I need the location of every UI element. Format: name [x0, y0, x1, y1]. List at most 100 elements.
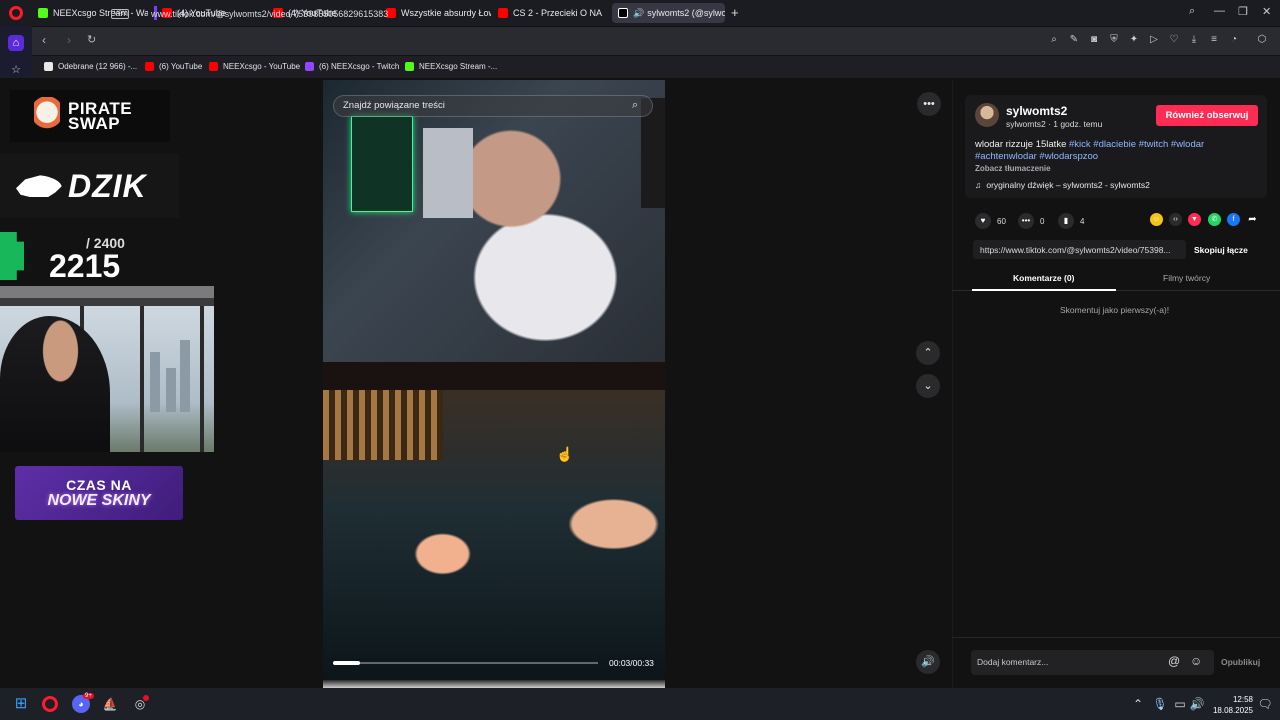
- steam-icon[interactable]: ⛵: [101, 695, 119, 713]
- clock[interactable]: 12:58 18.08.2025: [1211, 694, 1253, 716]
- volume-button[interactable]: 🔊: [916, 650, 940, 674]
- bookmark-youtube[interactable]: (6) YouTube: [145, 62, 202, 71]
- hashtags[interactable]: #achtenwlodar #wlodarspzoo: [975, 151, 1098, 162]
- video-player[interactable]: [323, 80, 665, 688]
- vpn-badge[interactable]: VPN: [111, 9, 130, 19]
- post-description: wlodar rizzuje 15latke #kick #dlaciebie …: [975, 139, 1245, 163]
- volume-icon[interactable]: 🔊: [1188, 695, 1206, 713]
- forward-icon[interactable]: ›: [67, 33, 71, 47]
- extension-icon[interactable]: ✦: [1128, 34, 1140, 46]
- video-divider: [323, 362, 665, 390]
- video-progress-track[interactable]: [333, 662, 598, 664]
- bookmark-neex-stream[interactable]: NEEXcsgo Stream -...: [405, 62, 497, 71]
- minimize-icon[interactable]: —: [1214, 5, 1225, 17]
- send-icon[interactable]: ▼: [1188, 213, 1201, 226]
- previous-video-button[interactable]: ⌃: [916, 341, 940, 365]
- app-badge: [143, 695, 149, 701]
- camera-icon[interactable]: ◙: [1088, 34, 1100, 46]
- comment-icon[interactable]: •••: [1018, 213, 1034, 229]
- clock-date: 18.08.2025: [1212, 706, 1253, 715]
- heart-icon[interactable]: ♥: [975, 213, 991, 229]
- bookmark-neex-youtube[interactable]: NEEXcsgo - YouTube: [209, 62, 300, 71]
- home-icon[interactable]: ⌂: [8, 35, 24, 51]
- tab-tiktok-active[interactable]: 🔊 sylwomts2 (@sylwom: [612, 3, 725, 23]
- easy-setup-icon[interactable]: ⬡: [1256, 34, 1268, 46]
- video-progress-fill[interactable]: [333, 661, 360, 665]
- skull-icon: [34, 97, 60, 135]
- youtube-icon: [209, 62, 218, 71]
- tab-neex-stream[interactable]: NEEXcsgo Stream - Watc: [38, 3, 148, 23]
- opera-logo-icon[interactable]: [9, 6, 23, 20]
- tab-comments[interactable]: Komentarze (0): [1013, 273, 1074, 283]
- play-icon[interactable]: ▷: [1148, 34, 1160, 46]
- skyline-building: [150, 352, 160, 412]
- favorite-icon[interactable]: ♡: [1168, 34, 1180, 46]
- pirateswap-logo: PIRATE SWAP: [10, 90, 170, 142]
- save-stat[interactable]: ▮ 4: [1058, 213, 1084, 229]
- copy-link-button[interactable]: Skopiuj łącze: [1194, 245, 1248, 255]
- follow-button[interactable]: Również obserwuj: [1156, 105, 1258, 126]
- reload-icon[interactable]: ↻: [87, 33, 96, 46]
- pinboard-icon[interactable]: ☆: [8, 62, 24, 78]
- youtube-icon: [498, 8, 508, 18]
- share-icon[interactable]: ➦: [1246, 213, 1259, 226]
- shield-icon[interactable]: ⛨: [1108, 34, 1120, 46]
- chevron-up-icon[interactable]: ⌃: [1129, 695, 1147, 713]
- publish-button[interactable]: Opublikuj: [1221, 657, 1260, 667]
- comment-stat[interactable]: ••• 0: [1018, 213, 1044, 229]
- music-note-icon: ♫: [975, 180, 982, 190]
- translate-link[interactable]: Zobacz tłumaczenie: [975, 164, 1051, 173]
- close-icon[interactable]: ✕: [1262, 5, 1271, 18]
- tab-creator-videos[interactable]: Filmy twórcy: [1163, 273, 1210, 283]
- url-input[interactable]: www.tiktok.com/@sylwomts2/video/75398550…: [151, 9, 388, 19]
- bookmark-icon[interactable]: ▮: [1058, 213, 1074, 229]
- new-tab-button[interactable]: +: [731, 5, 739, 20]
- tab-label: Wszystkie absurdy Łowcó: [401, 8, 491, 18]
- related-search-placeholder: Znajdź powiązane treści: [343, 100, 445, 111]
- edit-icon[interactable]: ✎: [1068, 34, 1080, 46]
- author-meta: sylwomts2 · 1 godz. temu: [1006, 119, 1103, 129]
- whatsapp-icon[interactable]: ✆: [1208, 213, 1221, 226]
- bookmark-neex-twitch[interactable]: (6) NEEXcsgo - Twitch: [305, 62, 399, 71]
- windows-start-icon[interactable]: ⊞: [12, 695, 30, 713]
- network-icon[interactable]: ▭: [1171, 695, 1189, 713]
- nowe-skiny-banner: CZAS NA NOWE SKINY: [15, 466, 183, 520]
- streamer: [0, 316, 110, 452]
- embed-icon[interactable]: ‹›: [1169, 213, 1182, 226]
- back-icon[interactable]: ‹: [42, 33, 46, 47]
- comment-divider: [952, 637, 1280, 638]
- video-link[interactable]: https://www.tiktok.com/@sylwomts2/video/…: [980, 245, 1171, 255]
- menu-icon[interactable]: ≡: [1208, 34, 1220, 46]
- download-icon[interactable]: ⤓: [1188, 34, 1200, 46]
- opera-taskbar-icon[interactable]: [42, 696, 58, 712]
- mention-icon[interactable]: @: [1168, 654, 1180, 668]
- kick-icon: [405, 62, 414, 71]
- clock-time: 12:58: [1232, 695, 1253, 704]
- search-icon[interactable]: ⌕: [1048, 34, 1060, 46]
- hashtags[interactable]: #kick #dlaciebie #twitch #wlodar: [1069, 139, 1204, 150]
- search-icon[interactable]: ⌕: [632, 99, 638, 112]
- author-name[interactable]: sylwomts2: [1006, 104, 1067, 118]
- tab-absurdy[interactable]: Wszystkie absurdy Łowcó: [386, 3, 491, 23]
- empty-comments-message: Skomentuj jako pierwszy(-a)!: [1060, 305, 1170, 315]
- search-tabs-icon[interactable]: ⌕: [1189, 5, 1195, 18]
- active-tab-indicator: [972, 289, 1116, 291]
- skyline-building: [166, 368, 176, 412]
- video-bottom-bar: [323, 680, 665, 688]
- video-bottom-frame: [323, 390, 665, 688]
- notifications-icon[interactable]: 🗨: [1256, 695, 1274, 713]
- comment-placeholder: Dodaj komentarz...: [977, 657, 1049, 667]
- next-video-button[interactable]: ⌄: [916, 374, 940, 398]
- profile-icon[interactable]: ◔: [1228, 34, 1240, 46]
- facebook-icon[interactable]: f: [1227, 213, 1240, 226]
- emoji-icon[interactable]: ☺: [1190, 654, 1202, 668]
- maximize-icon[interactable]: ❐: [1238, 5, 1248, 18]
- avatar[interactable]: [975, 103, 999, 127]
- like-stat[interactable]: ♥ 60: [975, 213, 1006, 229]
- friends-icon[interactable]: ☺: [1150, 213, 1163, 226]
- bookmark-gmail[interactable]: Odebrane (12 966) -...: [44, 62, 137, 71]
- sound-link[interactable]: ♫ oryginalny dźwięk – sylwomts2 - sylwomt…: [975, 180, 1150, 190]
- tab-cs2[interactable]: CS 2 - Przecieki O NA: [498, 3, 606, 23]
- microphone-icon[interactable]: 🎙: [1151, 695, 1169, 713]
- more-options-button[interactable]: •••: [917, 92, 941, 116]
